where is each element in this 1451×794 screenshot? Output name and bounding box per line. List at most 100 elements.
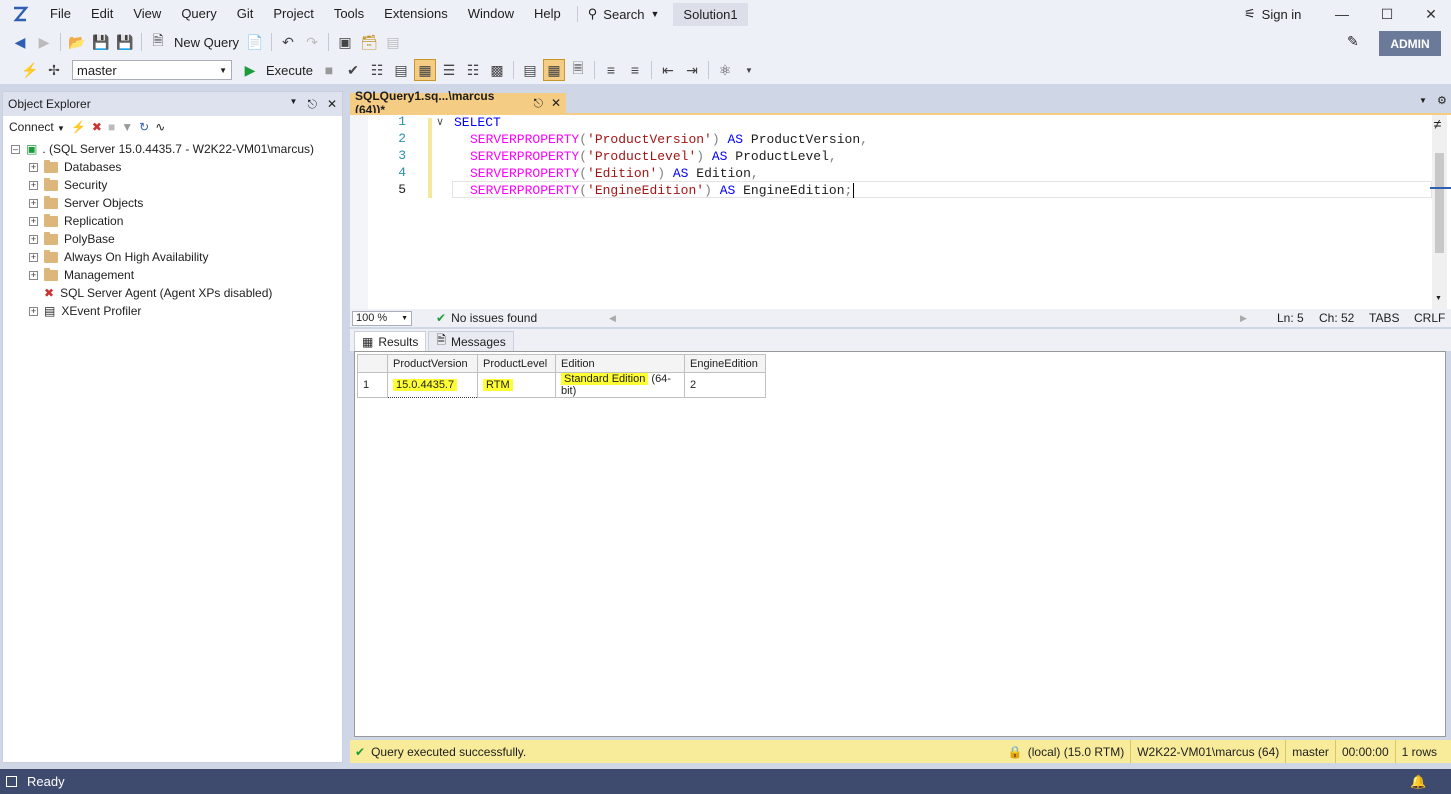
- feedback-icon[interactable]: ✎: [1347, 33, 1359, 50]
- column-header[interactable]: ProductVersion: [387, 354, 478, 373]
- new-query-icon[interactable]: 🗎: [147, 31, 169, 53]
- redo-icon[interactable]: ↷: [301, 31, 323, 53]
- specify-values-icon[interactable]: ⚛: [714, 59, 736, 81]
- save-icon[interactable]: 💾: [90, 31, 112, 53]
- connect-plug-icon[interactable]: ⚡: [71, 120, 86, 134]
- tab-messages[interactable]: 🗎 Messages: [428, 331, 514, 351]
- dropdown-icon[interactable]: ▼: [290, 97, 298, 112]
- scroll-right-icon[interactable]: ▶: [1240, 313, 1247, 324]
- expand-icon[interactable]: +: [29, 270, 38, 280]
- undo-icon[interactable]: ↶: [277, 31, 299, 53]
- tree-node-replication[interactable]: + Replication: [29, 212, 342, 230]
- menu-edit[interactable]: Edit: [81, 0, 123, 28]
- results-grid-icon[interactable]: ▦: [542, 59, 565, 81]
- zoom-select[interactable]: 100 % ▼: [352, 310, 412, 326]
- notification-bell-icon[interactable]: 🔔: [1410, 774, 1426, 790]
- sign-in-button[interactable]: ⚟ Sign in: [1244, 0, 1301, 28]
- refresh-icon[interactable]: ↻: [139, 120, 149, 134]
- query-options-icon[interactable]: ▤: [390, 59, 412, 81]
- execute-button[interactable]: Execute: [262, 63, 317, 78]
- search-box[interactable]: ⚲ Search ▼: [576, 6, 670, 22]
- menu-window[interactable]: Window: [458, 0, 524, 28]
- open-file-icon[interactable]: 📂: [66, 31, 88, 53]
- cell-product-version[interactable]: 15.0.4435.7: [387, 372, 478, 398]
- display-plan-icon[interactable]: ☷: [366, 59, 388, 81]
- menu-tools[interactable]: Tools: [324, 0, 374, 28]
- connect-dropdown[interactable]: Connect ▼: [9, 120, 65, 134]
- cell-product-level[interactable]: RTM: [477, 372, 556, 398]
- connect-icon[interactable]: ⚡: [19, 59, 41, 81]
- collapse-region-icon[interactable]: ∨: [436, 115, 444, 128]
- table-row[interactable]: 1 15.0.4435.7 RTM Standard Edition (64-b…: [357, 372, 766, 398]
- pin-icon[interactable]: ⎋: [307, 97, 317, 112]
- menu-project[interactable]: Project: [263, 0, 323, 28]
- collapse-icon[interactable]: –: [11, 144, 20, 154]
- disconnect-icon[interactable]: ✖: [92, 120, 102, 134]
- close-window-button[interactable]: ✕: [1411, 0, 1451, 28]
- results-to-file-icon[interactable]: 🗏: [567, 59, 589, 81]
- activity-icon[interactable]: ∿: [155, 120, 165, 134]
- cell-engine-edition[interactable]: 2: [684, 372, 766, 398]
- column-header[interactable]: EngineEdition: [684, 354, 766, 373]
- menu-git[interactable]: Git: [227, 0, 264, 28]
- expand-icon[interactable]: +: [29, 306, 38, 316]
- increase-indent-icon[interactable]: ⇥: [681, 59, 703, 81]
- menu-extensions[interactable]: Extensions: [374, 0, 458, 28]
- results-to-text-icon[interactable]: ▤: [519, 59, 541, 81]
- expand-icon[interactable]: +: [29, 162, 38, 172]
- cell-edition[interactable]: Standard Edition (64-bit): [555, 372, 685, 398]
- execute-icon[interactable]: ▶: [239, 59, 261, 81]
- tree-node-always-on[interactable]: + Always On High Availability: [29, 248, 342, 266]
- settings-gear-icon[interactable]: ⚙: [1437, 94, 1447, 107]
- back-icon[interactable]: ◀: [9, 31, 31, 53]
- menu-help[interactable]: Help: [524, 0, 571, 28]
- parse-icon[interactable]: ✔: [342, 59, 364, 81]
- registered-servers-icon[interactable]: 🗃: [358, 31, 380, 53]
- tree-node-management[interactable]: + Management: [29, 266, 342, 284]
- save-all-icon[interactable]: 💾: [114, 31, 136, 53]
- scrollbar-thumb[interactable]: [1435, 153, 1444, 253]
- minimize-button[interactable]: —: [1322, 0, 1362, 28]
- filter-icon[interactable]: ▼: [121, 120, 133, 134]
- query-file-icon[interactable]: 📄: [244, 31, 266, 53]
- change-connection-icon[interactable]: ✢: [43, 59, 65, 81]
- expand-icon[interactable]: +: [29, 180, 38, 190]
- close-icon[interactable]: ✕: [327, 97, 337, 112]
- menu-query[interactable]: Query: [171, 0, 226, 28]
- tree-node-sql-agent[interactable]: ✖ SQL Server Agent (Agent XPs disabled): [29, 284, 342, 302]
- tree-node-security[interactable]: + Security: [29, 176, 342, 194]
- database-select[interactable]: master ▼: [72, 60, 232, 80]
- maximize-button[interactable]: ☐: [1367, 0, 1407, 28]
- column-header[interactable]: Edition: [555, 354, 685, 373]
- row-number[interactable]: 1: [357, 372, 388, 398]
- tree-node-databases[interactable]: + Databases: [29, 158, 342, 176]
- tree-server-node[interactable]: – ▣ . (SQL Server 15.0.4435.7 - W2K22-VM…: [11, 140, 342, 158]
- close-tab-icon[interactable]: ✕: [551, 96, 561, 110]
- toolbar-overflow-icon[interactable]: ▼: [738, 59, 760, 81]
- template-explorer-icon[interactable]: ▤: [382, 31, 404, 53]
- results-to-grid-icon[interactable]: ▦: [413, 59, 436, 81]
- row-number-header[interactable]: [357, 354, 388, 373]
- scroll-left-icon[interactable]: ◀: [609, 313, 616, 324]
- pin-icon[interactable]: ⎋: [533, 96, 543, 111]
- activity-monitor-icon[interactable]: ▣: [334, 31, 356, 53]
- live-stats-icon[interactable]: ☷: [462, 59, 484, 81]
- menu-view[interactable]: View: [123, 0, 171, 28]
- new-query-button[interactable]: New Query: [170, 35, 243, 50]
- expand-icon[interactable]: +: [29, 198, 38, 208]
- expand-icon[interactable]: +: [29, 234, 38, 244]
- expand-icon[interactable]: +: [29, 252, 38, 262]
- split-icon[interactable]: ≠: [1430, 117, 1445, 132]
- forward-icon[interactable]: ▶: [33, 31, 55, 53]
- column-header[interactable]: ProductLevel: [477, 354, 556, 373]
- menu-file[interactable]: File: [40, 0, 81, 28]
- include-plan-icon[interactable]: ☰: [438, 59, 460, 81]
- tab-results[interactable]: ▦ Results: [354, 331, 427, 351]
- stop-icon[interactable]: ■: [108, 120, 115, 134]
- expand-icon[interactable]: +: [29, 216, 38, 226]
- editor-vertical-scrollbar[interactable]: ≠ ▼: [1432, 115, 1447, 310]
- tree-node-xevent-profiler[interactable]: + ▤ XEvent Profiler: [29, 302, 342, 320]
- tab-sqlquery1[interactable]: SQLQuery1.sq...\marcus (64))* ⎋ ✕: [350, 89, 566, 117]
- tree-node-server-objects[interactable]: + Server Objects: [29, 194, 342, 212]
- client-stats-icon[interactable]: ▩: [486, 59, 508, 81]
